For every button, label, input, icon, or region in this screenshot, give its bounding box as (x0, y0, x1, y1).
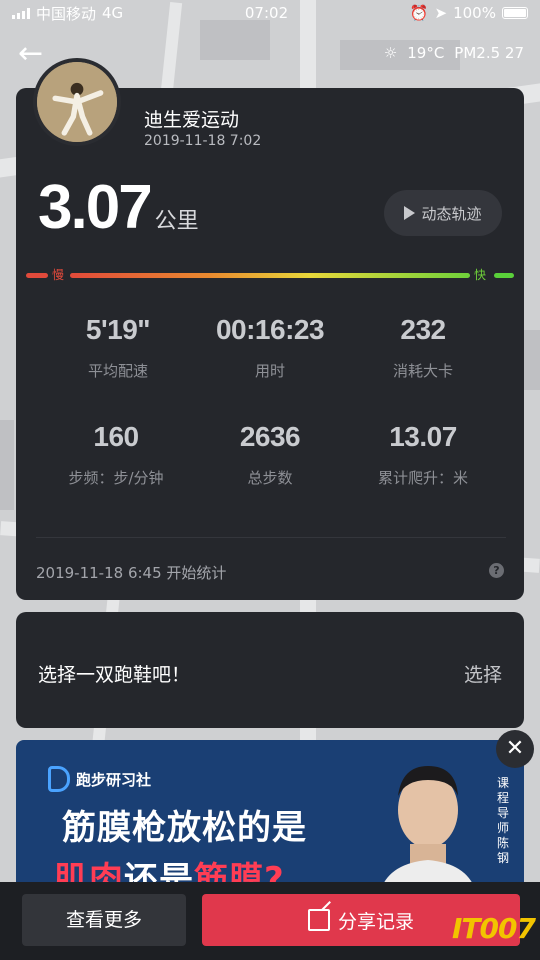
watermark-logo: IT007 (452, 912, 536, 945)
network-type: 4G (102, 4, 124, 22)
stat-value: 00:16:23 (215, 314, 325, 345)
user-name: 迪生爱运动 (144, 109, 240, 131)
dynamic-track-button[interactable]: 动态轨迹 (384, 190, 502, 236)
battery-percent: 100% (453, 4, 496, 22)
run-datetime: 2019-11-18 7:02 (144, 133, 262, 149)
shoe-prompt: 选择一双跑鞋吧！ (38, 664, 191, 686)
distance: 3.07 公里 (38, 172, 199, 243)
pm25: PM2.5 27 (454, 44, 524, 62)
play-icon (404, 206, 416, 220)
pace-fast-label: 快 (474, 268, 487, 282)
share-icon (307, 909, 330, 931)
temperature: 19°C (407, 44, 445, 62)
weather-info: ☼ 19°C PM2.5 27 (384, 44, 524, 62)
instructor-photo (372, 752, 484, 890)
stat-calories: 232 消耗大卡 (343, 314, 503, 381)
brand-logo-icon (48, 766, 70, 792)
map-block (524, 330, 540, 390)
map-block (200, 20, 270, 60)
stat-elevation: 13.07 累计爬升：米 (343, 421, 503, 488)
stat-label: 累计爬升：米 (377, 469, 468, 487)
battery-icon (501, 7, 528, 19)
stat-label: 步频：步/分钟 (68, 469, 164, 487)
share-record-label: 分享记录 (337, 910, 414, 933)
stat-cadence: 160 步频：步/分钟 (36, 421, 196, 488)
status-bar: 中国移动 4G 07:02 ⏰ ➤ 100% (0, 0, 540, 26)
clock: 07:02 (244, 4, 289, 22)
help-icon[interactable]: ? (489, 563, 504, 578)
signal-icon (12, 7, 30, 19)
view-more-button[interactable]: 查看更多 (22, 894, 186, 946)
stat-value: 160 (93, 421, 139, 452)
dynamic-track-label: 动态轨迹 (421, 204, 482, 223)
pace-slow-label: 慢 (52, 268, 65, 282)
stat-value: 5'19" (85, 314, 151, 345)
avatar-image (37, 62, 117, 142)
close-icon[interactable]: ✕ (496, 730, 534, 768)
back-arrow-icon[interactable]: ← (18, 39, 54, 69)
ad-logo: 跑步研习社 (48, 766, 151, 792)
shoe-select-button[interactable]: 选择 (464, 660, 502, 687)
stat-value: 232 (400, 314, 446, 345)
start-time-info: 2019-11-18 6:45 开始统计 (36, 564, 227, 582)
alarm-icon: ⏰ (409, 4, 429, 22)
stat-value: 2636 (239, 421, 301, 452)
stat-duration: 00:16:23 用时 (190, 314, 350, 381)
sun-icon: ☼ (383, 44, 398, 62)
stat-label: 用时 (254, 362, 285, 380)
ad-banner[interactable]: 跑步研习社 筋膜枪放松的是 肌肉还是筋膜? 课程导师 陈钢 (16, 740, 524, 890)
avatar[interactable] (33, 58, 121, 146)
stat-total-steps: 2636 总步数 (190, 421, 350, 488)
pace-gradient-bar (26, 273, 514, 279)
stat-label: 消耗大卡 (392, 362, 453, 380)
location-icon: ➤ (434, 4, 448, 22)
distance-unit: 公里 (154, 209, 199, 234)
stat-label: 总步数 (247, 469, 293, 487)
carrier-name: 中国移动 (36, 4, 97, 23)
stat-avg-pace: 5'19" 平均配速 (38, 314, 198, 381)
stat-value: 13.07 (389, 421, 457, 452)
map-block (0, 420, 14, 510)
stat-label: 平均配速 (87, 362, 148, 380)
distance-value: 3.07 (38, 173, 153, 242)
divider (36, 537, 506, 538)
ad-brand: 跑步研习社 (76, 770, 152, 789)
ad-side-text: 课程导师 陈钢 (496, 776, 509, 865)
shoe-selection-card[interactable]: 选择一双跑鞋吧！ 选择 (16, 612, 524, 728)
ad-headline: 筋膜枪放松的是 (62, 808, 307, 848)
